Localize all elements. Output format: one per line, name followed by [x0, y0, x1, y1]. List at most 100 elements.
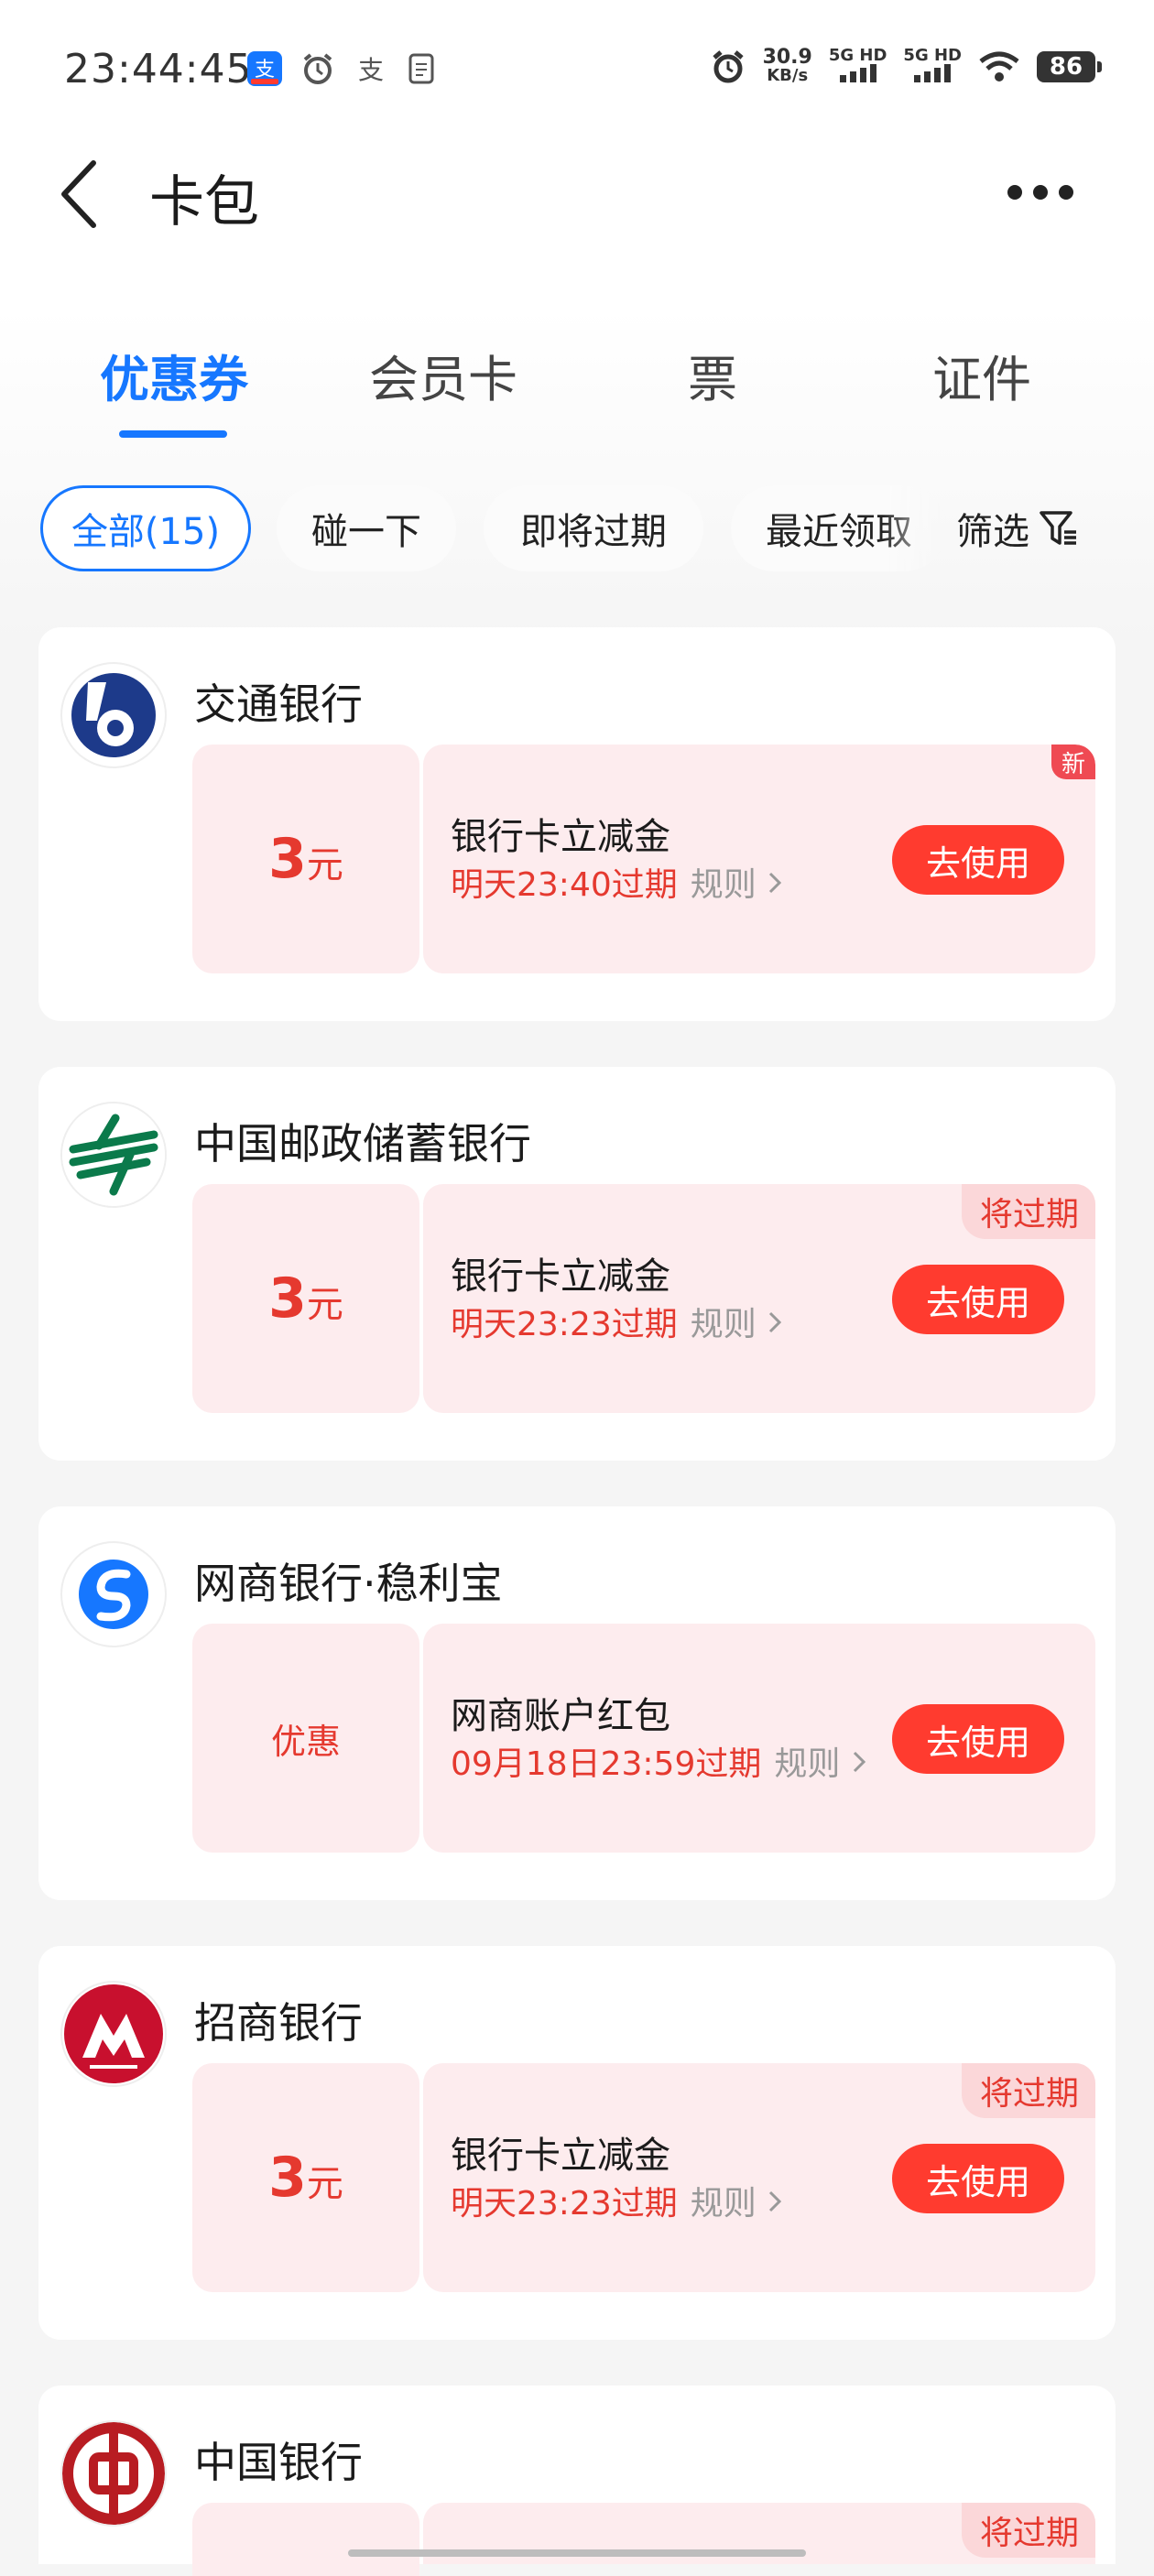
- new-badge: 新: [1051, 745, 1095, 779]
- coupon-amount-panel: 3元: [192, 745, 419, 973]
- filter-label: 筛选: [956, 511, 1029, 553]
- amount-unit: 元: [306, 1284, 343, 1326]
- status-bar: 23:44:45 支 支 30.9 KB/s 5G HD 5G HD 86: [0, 0, 1154, 137]
- tab-coupons[interactable]: 优惠券: [100, 339, 248, 411]
- bank-name: 中国银行: [194, 2438, 363, 2487]
- rules-label: 规则: [690, 866, 757, 904]
- coupon-card: 网商银行·稳利宝 优惠 网商账户红包 09月18日23:59过期 规则 去使用: [38, 1506, 1116, 1900]
- use-coupon-button[interactable]: 去使用: [892, 825, 1064, 895]
- network-speed: 30.9 KB/s: [762, 46, 812, 85]
- tab-tickets[interactable]: 票: [688, 339, 737, 411]
- coupon-title: 银行卡立减金: [451, 2135, 670, 2177]
- tab-membership-cards[interactable]: 会员卡: [369, 339, 517, 411]
- chevron-right-icon: [769, 2190, 782, 2212]
- wifi-icon: [979, 51, 1019, 82]
- bank-name: 招商银行: [194, 1998, 363, 2048]
- home-indicator[interactable]: [348, 2549, 806, 2557]
- amount-unit: 元: [306, 844, 343, 886]
- amount-value: 3: [268, 1266, 307, 1331]
- expiring-badge: 将过期: [961, 2503, 1095, 2558]
- psbc-logo-icon: [62, 1103, 165, 1206]
- tab-documents[interactable]: 证件: [932, 339, 1031, 411]
- signal-bars-icon: [839, 64, 876, 82]
- active-tab-indicator: [119, 430, 227, 438]
- network-speed-unit: KB/s: [767, 66, 809, 85]
- coupon-amount-panel: 3元: [192, 1184, 419, 1413]
- chevron-right-icon: [769, 1311, 782, 1333]
- expiring-badge: 将过期: [961, 2063, 1095, 2118]
- coupon-detail-panel[interactable]: 将过期 银行卡立减金 明天23:23过期 规则 去使用: [423, 2063, 1095, 2292]
- chip-recently-received[interactable]: 最近领取: [731, 485, 947, 571]
- rules-link[interactable]: 规则: [691, 1306, 783, 1343]
- rules-link[interactable]: 规则: [691, 866, 783, 904]
- more-options-icon[interactable]: [1004, 174, 1077, 211]
- rules-label: 规则: [690, 1306, 757, 1343]
- coupon-expiry: 明天23:23过期 规则: [451, 2177, 783, 2224]
- coupon-title: 网商账户红包: [451, 1695, 670, 1737]
- rules-label: 规则: [690, 2185, 757, 2223]
- network-speed-value: 30.9: [762, 46, 812, 69]
- svg-text:支: 支: [255, 59, 275, 82]
- signal-bars-icon: [914, 64, 952, 82]
- coupon-card: 中国邮政储蓄银行 3元 将过期 银行卡立减金 明天23:23过期 规则 去使用: [38, 1067, 1116, 1461]
- svg-text:支: 支: [358, 55, 384, 85]
- expiry-text: 明天23:40过期: [451, 866, 678, 904]
- coupon-detail-panel[interactable]: 将过期 银行卡立减金 明天23:23过期 规则 去使用: [423, 1184, 1095, 1413]
- bank-logo: [62, 1543, 165, 1646]
- alarm-icon: [303, 53, 332, 84]
- system-indicators: 30.9 KB/s 5G HD 5G HD 86: [710, 46, 1102, 86]
- coupon-expiry: 09月18日23:59过期 规则: [451, 1737, 867, 1785]
- signal-2-label: 5G HD: [903, 46, 962, 65]
- coupon-title: 银行卡立减金: [451, 1255, 670, 1298]
- coupon-expiry: 明天23:40过期 规则: [451, 858, 783, 906]
- expiry-text: 明天23:23过期: [451, 2185, 678, 2223]
- chevron-right-icon: [853, 1751, 866, 1773]
- boc-logo-icon: [62, 2422, 165, 2525]
- chip-tap[interactable]: 碰一下: [277, 485, 456, 571]
- expiring-badge: 将过期: [961, 1184, 1095, 1239]
- clipboard-icon: [408, 53, 434, 84]
- coupon-amount-panel: 3元: [192, 2063, 419, 2292]
- use-coupon-button[interactable]: 去使用: [892, 1265, 1064, 1334]
- use-coupon-button[interactable]: 去使用: [892, 1704, 1064, 1774]
- battery-indicator: 86: [1037, 51, 1102, 82]
- alipay-app-icon: 支: [247, 51, 282, 86]
- cmb-logo-icon: [64, 1984, 163, 2083]
- rules-label: 规则: [774, 1745, 841, 1783]
- alarm-status-icon: [712, 50, 744, 83]
- amount-value: 3: [268, 2146, 307, 2210]
- coupon-amount: 3元: [268, 827, 343, 891]
- coupon-amount: 3元: [268, 1266, 343, 1331]
- coupon-amount-panel: [192, 2503, 419, 2576]
- coupon-amount-panel: 优惠: [192, 1624, 419, 1853]
- coupon-card: 交通银行 3元 新 银行卡立减金 明天23:40过期 规则 去使用: [38, 627, 1116, 1021]
- expiry-text: 明天23:23过期: [451, 1306, 678, 1343]
- filter-button[interactable]: 筛选: [956, 485, 1079, 571]
- bank-name: 网商银行·稳利宝: [194, 1559, 503, 1608]
- coupon-detail-panel[interactable]: 网商账户红包 09月18日23:59过期 规则 去使用: [423, 1624, 1095, 1853]
- coupon-expiry: 明天23:23过期 规则: [451, 1298, 783, 1345]
- bank-logo: [62, 1103, 165, 1206]
- status-time: 23:44:45: [64, 46, 253, 92]
- use-coupon-button[interactable]: 去使用: [892, 2144, 1064, 2213]
- chip-expiring-soon[interactable]: 即将过期: [484, 485, 703, 571]
- mybank-logo-icon: [79, 1560, 148, 1629]
- page-title: 卡包: [149, 170, 259, 234]
- back-arrow-icon[interactable]: [55, 158, 110, 231]
- coupon-promo-label: 优惠: [270, 1721, 341, 1762]
- rules-link[interactable]: 规则: [691, 2185, 783, 2223]
- bank-name: 中国邮政储蓄银行: [194, 1119, 531, 1168]
- chip-all[interactable]: 全部(15): [40, 485, 251, 571]
- bank-logo: [62, 664, 165, 766]
- bank-name: 交通银行: [194, 679, 363, 729]
- alipay-mono-icon: 支: [358, 55, 384, 85]
- rules-link[interactable]: 规则: [774, 1745, 866, 1783]
- coupon-title: 银行卡立减金: [451, 816, 670, 858]
- notification-icons: 支 支: [247, 51, 438, 86]
- filter-chips: 全部(15) 碰一下 即将过期 最近领取 筛选: [40, 485, 1139, 577]
- filter-funnel-icon: [1040, 511, 1076, 545]
- coupon-detail-panel[interactable]: 新 银行卡立减金 明天23:40过期 规则 去使用: [423, 745, 1095, 973]
- signal-1: 5G HD: [829, 48, 887, 86]
- bank-logo: [62, 1983, 165, 2085]
- chevron-right-icon: [769, 872, 782, 894]
